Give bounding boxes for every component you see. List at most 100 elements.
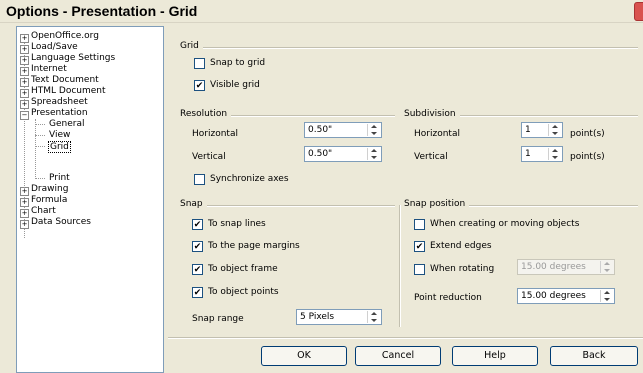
tree-item-internet[interactable]: Internet bbox=[31, 64, 67, 74]
spin-up-icon[interactable] bbox=[604, 262, 610, 265]
to-object-frame-checkbox[interactable] bbox=[192, 264, 203, 275]
subdivision-vertical-stepper[interactable]: 1 bbox=[521, 146, 563, 162]
spin-up-icon[interactable] bbox=[371, 312, 377, 315]
spin-down-icon[interactable] bbox=[371, 132, 377, 135]
ok-button[interactable]: OK bbox=[261, 346, 347, 366]
snap-position-heading: Snap position bbox=[404, 199, 470, 209]
help-button[interactable]: Help bbox=[452, 346, 538, 366]
spin-down-icon[interactable] bbox=[604, 269, 610, 272]
spin-down-icon[interactable] bbox=[371, 156, 377, 159]
title-bar: Options - Presentation - Grid bbox=[0, 0, 643, 23]
resolution-heading: Resolution bbox=[180, 109, 232, 119]
point-reduction-value: 15.00 degrees bbox=[521, 291, 586, 301]
resolution-horizontal-value: 0.50" bbox=[308, 125, 333, 135]
to-object-points-label: To object points bbox=[208, 287, 279, 297]
close-icon[interactable] bbox=[634, 2, 643, 21]
rotating-angle-value: 15.00 degrees bbox=[521, 262, 586, 272]
extend-edges-checkbox[interactable] bbox=[414, 241, 425, 252]
synchronize-axes-label: Synchronize axes bbox=[210, 174, 289, 184]
snap-rule bbox=[180, 205, 395, 207]
expand-icon[interactable]: + bbox=[20, 45, 29, 54]
expand-icon[interactable]: + bbox=[20, 89, 29, 98]
subdivision-heading: Subdivision bbox=[404, 109, 460, 119]
expand-icon[interactable]: + bbox=[20, 209, 29, 218]
resolution-horizontal-stepper[interactable]: 0.50" bbox=[304, 122, 382, 138]
expand-icon[interactable]: + bbox=[20, 56, 29, 65]
spin-arrows[interactable] bbox=[548, 148, 561, 160]
resolution-horizontal-label: Horizontal bbox=[192, 129, 238, 139]
expand-icon[interactable]: + bbox=[20, 67, 29, 76]
spin-up-icon[interactable] bbox=[552, 125, 558, 128]
window-title: Options - Presentation - Grid bbox=[6, 3, 198, 19]
to-object-points-checkbox[interactable] bbox=[192, 287, 203, 298]
back-button[interactable]: Back bbox=[550, 346, 638, 366]
tree-item-chart[interactable]: Chart bbox=[31, 206, 56, 216]
expand-icon[interactable]: + bbox=[20, 220, 29, 229]
tree-item-print[interactable]: Print bbox=[49, 173, 70, 183]
spin-down-icon[interactable] bbox=[371, 319, 377, 322]
spin-down-icon[interactable] bbox=[552, 132, 558, 135]
spin-up-icon[interactable] bbox=[552, 149, 558, 152]
point-reduction-stepper[interactable]: 15.00 degrees bbox=[517, 288, 615, 304]
options-tree[interactable]: + OpenOffice.org + Load/Save + Language … bbox=[16, 26, 164, 373]
synchronize-axes-checkbox[interactable] bbox=[194, 174, 205, 185]
to-page-margins-label: To the page margins bbox=[208, 241, 300, 251]
tree-item-openoffice[interactable]: OpenOffice.org bbox=[31, 31, 99, 41]
tree-item-language[interactable]: Language Settings bbox=[31, 53, 115, 63]
spin-up-icon[interactable] bbox=[604, 291, 610, 294]
to-object-frame-label: To object frame bbox=[208, 264, 278, 274]
collapse-icon[interactable]: − bbox=[20, 111, 29, 120]
subdivision-vertical-label: Vertical bbox=[414, 152, 448, 162]
when-rotating-label: When rotating bbox=[430, 264, 495, 274]
expand-icon[interactable]: + bbox=[20, 198, 29, 207]
expand-icon[interactable]: + bbox=[20, 187, 29, 196]
expand-icon[interactable]: + bbox=[20, 100, 29, 109]
cancel-button[interactable]: Cancel bbox=[355, 346, 441, 366]
tree-item-formula[interactable]: Formula bbox=[31, 195, 67, 205]
when-creating-moving-checkbox[interactable] bbox=[414, 219, 425, 230]
spin-arrows[interactable] bbox=[548, 124, 561, 136]
subdivision-vertical-unit: point(s) bbox=[570, 152, 605, 162]
tree-item-grid[interactable]: Grid bbox=[48, 141, 71, 153]
spin-arrows[interactable] bbox=[367, 124, 380, 136]
snap-separator bbox=[399, 205, 401, 327]
when-rotating-checkbox[interactable] bbox=[414, 264, 425, 275]
expand-icon[interactable]: + bbox=[20, 78, 29, 87]
tree-item-data-sources[interactable]: Data Sources bbox=[31, 217, 91, 227]
tree-connector bbox=[35, 146, 45, 147]
snap-to-grid-checkbox[interactable] bbox=[194, 58, 205, 69]
tree-item-view[interactable]: View bbox=[49, 130, 70, 140]
tree-item-general[interactable]: General bbox=[49, 119, 84, 129]
spin-arrows[interactable] bbox=[600, 290, 613, 302]
tree-item-html-document[interactable]: HTML Document bbox=[31, 86, 106, 96]
expand-icon[interactable]: + bbox=[20, 34, 29, 43]
rotating-angle-stepper[interactable]: 15.00 degrees bbox=[517, 259, 615, 275]
spin-down-icon[interactable] bbox=[552, 156, 558, 159]
snap-to-grid-label: Snap to grid bbox=[210, 58, 266, 68]
resolution-vertical-label: Vertical bbox=[192, 152, 226, 162]
spin-arrows[interactable] bbox=[600, 261, 613, 273]
tree-item-presentation[interactable]: Presentation bbox=[31, 108, 88, 118]
button-bar-rule bbox=[168, 337, 643, 339]
spin-up-icon[interactable] bbox=[371, 149, 377, 152]
tree-item-drawing[interactable]: Drawing bbox=[31, 184, 68, 194]
spin-up-icon[interactable] bbox=[371, 125, 377, 128]
tree-connector bbox=[35, 135, 45, 136]
resolution-vertical-stepper[interactable]: 0.50" bbox=[304, 146, 382, 162]
to-snap-lines-checkbox[interactable] bbox=[192, 219, 203, 230]
spin-arrows[interactable] bbox=[367, 148, 380, 160]
tree-item-text-document[interactable]: Text Document bbox=[31, 75, 99, 85]
point-reduction-label: Point reduction bbox=[414, 293, 482, 303]
resolution-vertical-value: 0.50" bbox=[308, 149, 333, 159]
tree-item-load-save[interactable]: Load/Save bbox=[31, 42, 78, 52]
subdivision-horizontal-stepper[interactable]: 1 bbox=[521, 122, 563, 138]
subdivision-vertical-value: 1 bbox=[525, 149, 531, 159]
spin-arrows[interactable] bbox=[367, 311, 380, 323]
visible-grid-checkbox[interactable] bbox=[194, 80, 205, 91]
visible-grid-label: Visible grid bbox=[210, 80, 260, 90]
snap-range-stepper[interactable]: 5 Pixels bbox=[296, 309, 382, 325]
extend-edges-label: Extend edges bbox=[430, 241, 492, 251]
spin-down-icon[interactable] bbox=[604, 298, 610, 301]
tree-item-spreadsheet[interactable]: Spreadsheet bbox=[31, 97, 88, 107]
to-page-margins-checkbox[interactable] bbox=[192, 241, 203, 252]
